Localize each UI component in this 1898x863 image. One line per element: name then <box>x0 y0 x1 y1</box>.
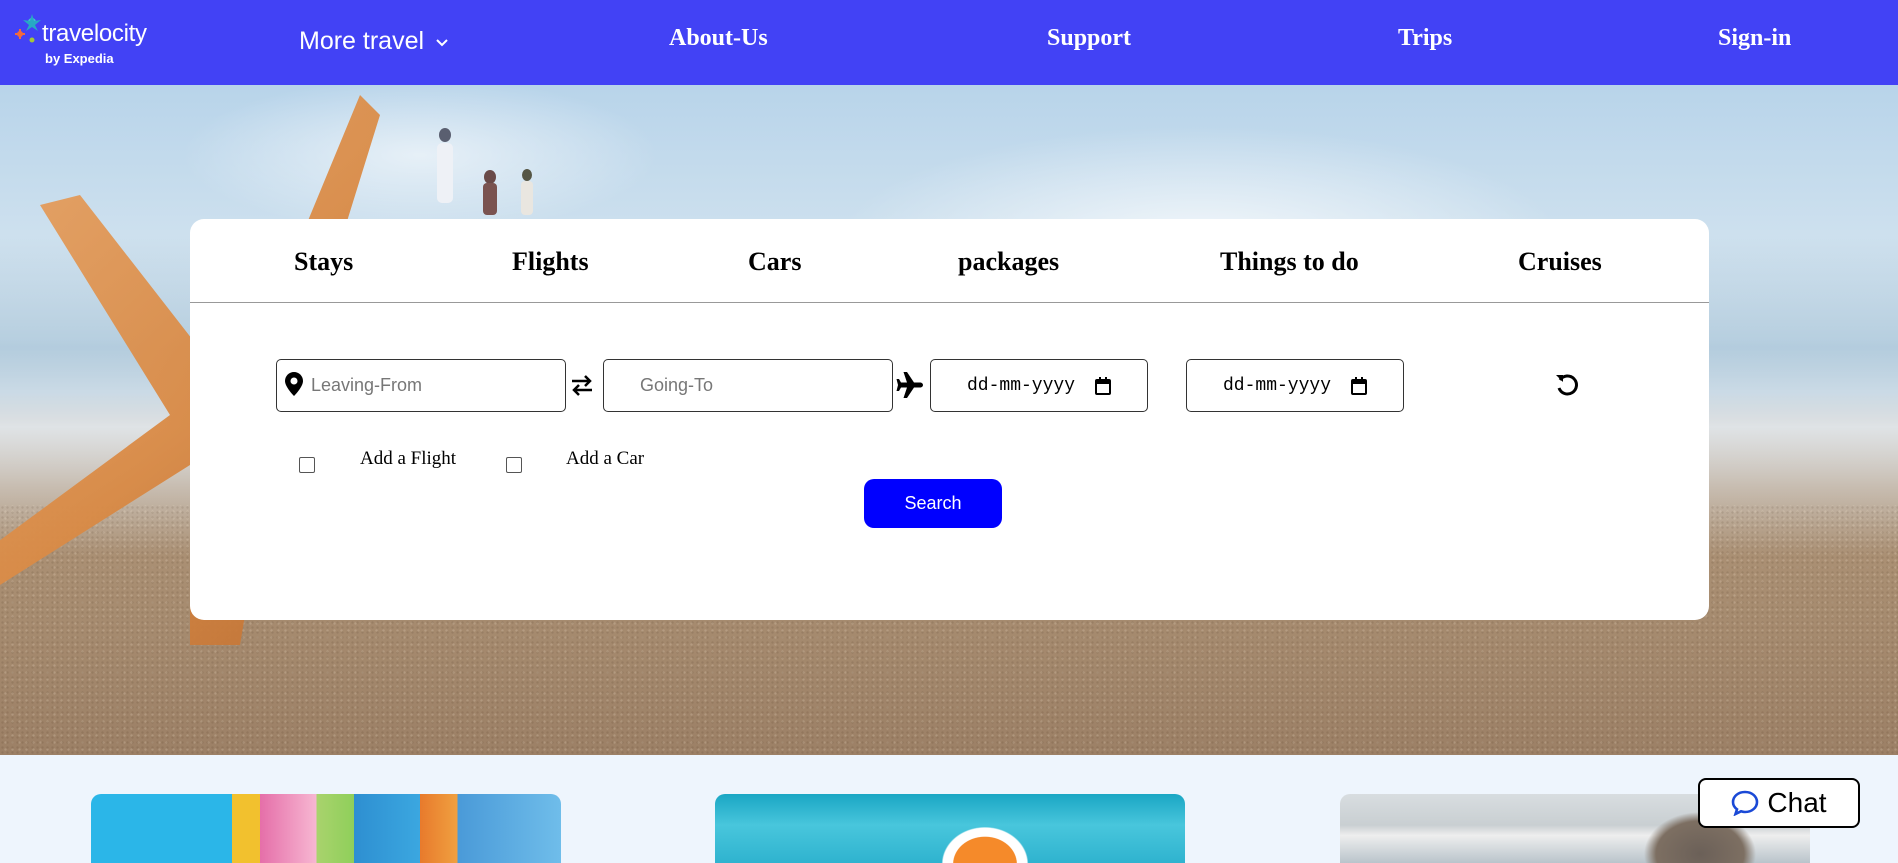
distant-people <box>437 128 533 215</box>
swap-arrows-icon[interactable] <box>570 373 594 397</box>
nav-sign-in[interactable]: Sign-in <box>1718 25 1791 52</box>
promo-card-colorful-houses[interactable] <box>91 794 561 863</box>
chat-label: Chat <box>1767 787 1827 818</box>
search-button[interactable]: Search <box>864 479 1002 528</box>
chat-bubble-icon <box>1732 790 1759 816</box>
promo-card-pool-ball[interactable] <box>715 794 1185 863</box>
nav-support[interactable]: Support <box>1047 25 1131 52</box>
top-navbar: travelocity by Expedia More travel About… <box>0 0 1898 85</box>
calendar-icon[interactable] <box>1095 377 1111 395</box>
leaving-from-input[interactable] <box>277 360 565 411</box>
return-date-value: dd-mm-yyyy <box>1223 376 1332 396</box>
tab-cars[interactable]: Cars <box>748 247 801 277</box>
tab-packages[interactable]: packages <box>958 247 1059 277</box>
more-travel-menu[interactable]: More travel <box>299 27 449 56</box>
nav-trips[interactable]: Trips <box>1398 25 1452 52</box>
add-flight-checkbox[interactable] <box>299 457 315 473</box>
add-flight-label: Add a Flight <box>360 448 457 469</box>
logo-star-icon <box>15 14 41 43</box>
airplane-icon <box>896 372 923 398</box>
depart-date-value: dd-mm-yyyy <box>967 376 1076 396</box>
calendar-icon[interactable] <box>1351 377 1367 395</box>
travelocity-logo[interactable]: travelocity by Expedia <box>12 12 172 72</box>
add-car-checkbox[interactable] <box>506 457 522 473</box>
leaving-from-field[interactable] <box>276 359 566 412</box>
more-travel-label: More travel <box>299 27 425 55</box>
going-to-input[interactable] <box>604 360 892 411</box>
logo-subtext: by Expedia <box>45 51 114 66</box>
add-car-label: Add a Car <box>566 448 645 469</box>
tab-things-to-do[interactable]: Things to do <box>1220 247 1359 277</box>
tab-stays[interactable]: Stays <box>294 247 353 277</box>
search-tabs: Stays Flights Cars packages Things to do… <box>190 219 1709 303</box>
depart-date-field[interactable]: dd-mm-yyyy <box>930 359 1148 412</box>
tab-flights[interactable]: Flights <box>512 247 589 277</box>
chevron-down-icon <box>436 39 448 47</box>
nav-about-us[interactable]: About-Us <box>669 25 768 52</box>
refresh-icon[interactable] <box>1554 372 1580 398</box>
return-date-field[interactable]: dd-mm-yyyy <box>1186 359 1404 412</box>
logo-text: travelocity <box>42 20 147 47</box>
going-to-field[interactable] <box>603 359 893 412</box>
chat-button[interactable]: Chat <box>1698 778 1860 828</box>
search-card: Stays Flights Cars packages Things to do… <box>190 219 1709 620</box>
tab-cruises[interactable]: Cruises <box>1518 247 1602 277</box>
